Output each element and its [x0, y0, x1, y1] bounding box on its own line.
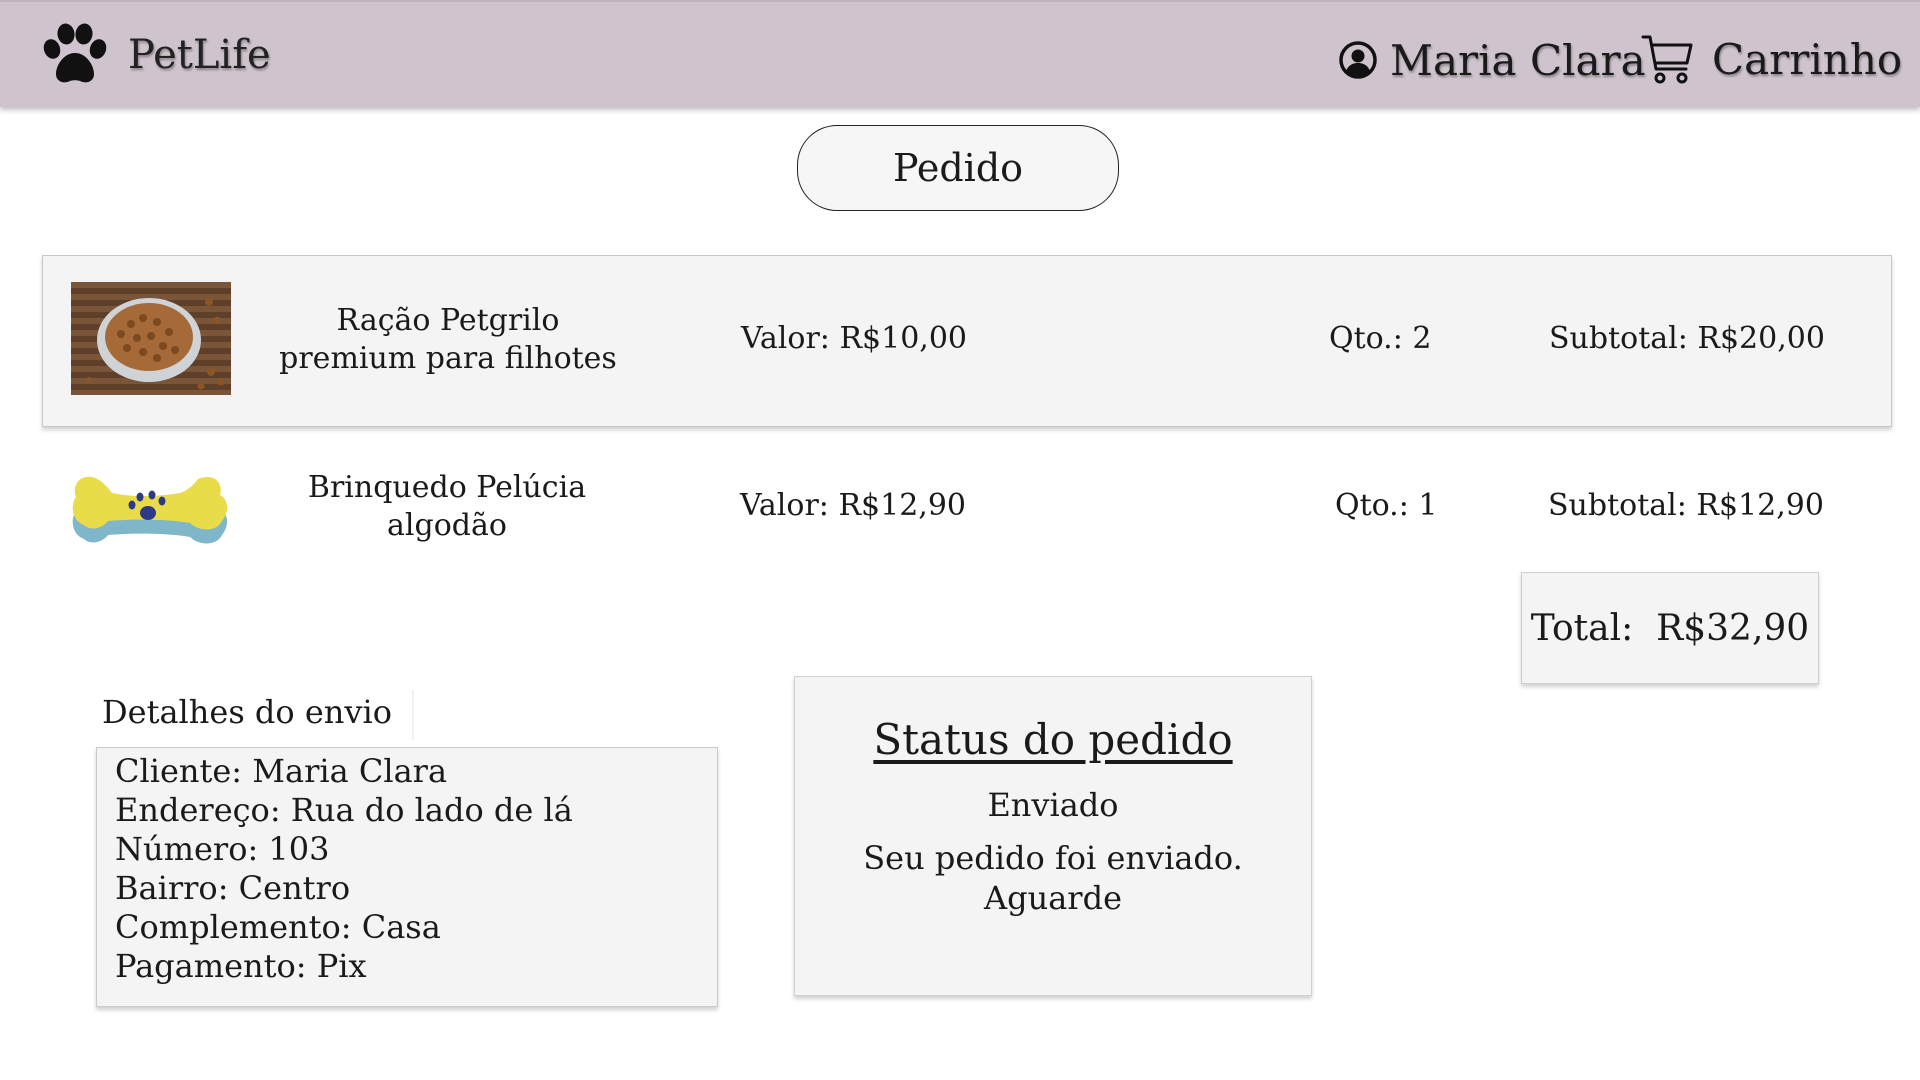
user-name: Maria Clara — [1390, 35, 1646, 85]
user-circle-icon — [1339, 41, 1377, 79]
shipping-payment: Pagamento: Pix — [115, 947, 367, 985]
order-item-row: Ração Petgrilo premium para filhotes Val… — [42, 255, 1892, 427]
brand-name: PetLife — [128, 32, 271, 78]
cart-button[interactable]: Carrinho — [1640, 28, 1902, 90]
order-total: Total: R$32,90 — [1521, 572, 1819, 684]
status-state: Enviado — [987, 786, 1119, 824]
item-subtotal: Subtotal: R$12,90 — [1548, 488, 1824, 523]
order-tab-button[interactable]: Pedido — [797, 125, 1119, 211]
item-price: Valor: R$10,00 — [741, 321, 967, 356]
shipping-address: Endereço: Rua do lado de lá — [115, 791, 573, 829]
dog-food-bowl-image — [71, 282, 231, 395]
item-name: Brinquedo Pelúcia algodão — [307, 470, 587, 543]
top-bar: PetLife Maria Clara Carrinho — [0, 0, 1920, 107]
plush-bone-toy-image — [72, 476, 228, 544]
shipping-number: Número: 103 — [115, 830, 330, 868]
item-name: Ração Petgrilo premium para filhotes — [279, 303, 617, 376]
shipping-title: Detalhes do envio — [102, 693, 392, 731]
cart-icon — [1641, 35, 1693, 84]
status-title: Status do pedido — [873, 715, 1233, 764]
brand[interactable]: PetLife — [40, 22, 271, 88]
shipping-complement: Complemento: Casa — [115, 908, 441, 946]
user-menu[interactable]: Maria Clara — [1338, 30, 1646, 90]
item-price: Valor: R$12,90 — [740, 488, 966, 523]
cart-label: Carrinho — [1712, 34, 1903, 84]
item-quantity: Qto.: 2 — [1329, 321, 1432, 356]
order-page: PetLife Maria Clara Carrinho Pedido Raçã… — [0, 0, 1920, 1080]
status-message: Seu pedido foi enviado. Aguarde — [863, 839, 1243, 917]
shipping-details: Cliente: Maria Clara Endereço: Rua do la… — [96, 747, 718, 1007]
paw-icon — [43, 23, 107, 83]
divider — [412, 690, 414, 740]
item-quantity: Qto.: 1 — [1335, 488, 1438, 523]
item-subtotal: Subtotal: R$20,00 — [1549, 321, 1825, 356]
shipping-customer: Cliente: Maria Clara — [115, 752, 448, 790]
shipping-district: Bairro: Centro — [115, 869, 351, 907]
order-status-panel: Status do pedido Enviado Seu pedido foi … — [794, 676, 1312, 996]
